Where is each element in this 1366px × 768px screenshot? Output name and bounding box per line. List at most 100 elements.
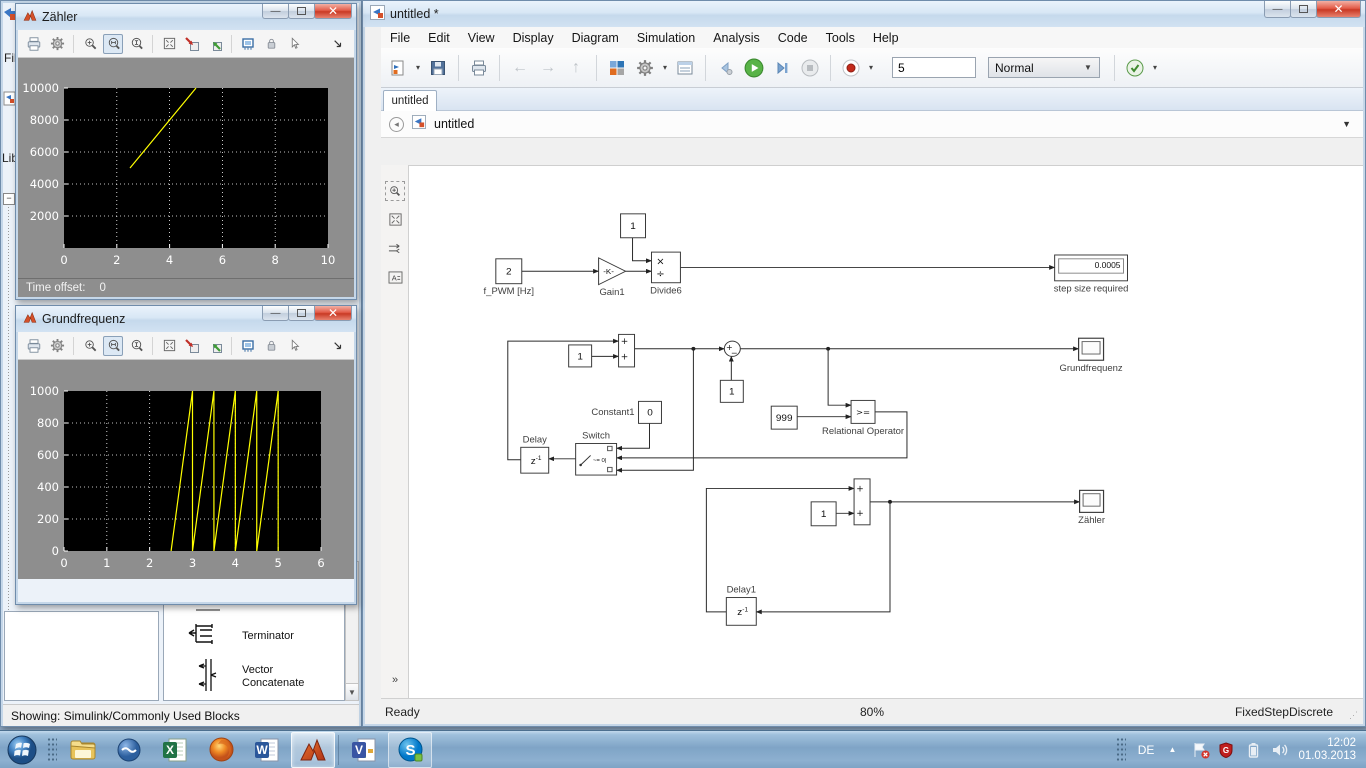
block-add1[interactable]: ++ bbox=[619, 334, 635, 367]
print-icon[interactable] bbox=[24, 34, 44, 54]
scope-titlebar[interactable]: Grundfrequenz — ✕ bbox=[16, 306, 356, 332]
floating-scope-icon[interactable] bbox=[238, 336, 258, 356]
breadcrumb-dropdown-icon[interactable]: ▼ bbox=[1342, 119, 1351, 129]
taskbar-explorer-icon[interactable] bbox=[61, 732, 105, 768]
menu-item-display[interactable]: Display bbox=[504, 29, 563, 47]
menu-item-view[interactable]: View bbox=[459, 29, 504, 47]
tab-untitled[interactable]: untitled bbox=[383, 90, 437, 111]
library-item-terminator[interactable]: Terminator bbox=[242, 630, 294, 643]
block-add2[interactable]: ++ bbox=[854, 479, 870, 525]
dock-arrow-icon[interactable] bbox=[328, 336, 348, 356]
update-diagram-check-icon[interactable] bbox=[1122, 55, 1148, 81]
taskbar-excel-icon[interactable]: X bbox=[153, 732, 197, 768]
signal-pointer-icon[interactable] bbox=[284, 34, 304, 54]
close-button[interactable]: ✕ bbox=[314, 4, 352, 19]
signal-pointer-icon[interactable] bbox=[284, 336, 304, 356]
tray-hidden-icons-arrow[interactable]: ▲ bbox=[1163, 741, 1181, 759]
zoom-y-icon[interactable] bbox=[126, 34, 146, 54]
zoom-in-icon[interactable] bbox=[80, 34, 100, 54]
menu-item-simulation[interactable]: Simulation bbox=[628, 29, 704, 47]
autoscale-icon[interactable] bbox=[159, 336, 179, 356]
menu-item-tools[interactable]: Tools bbox=[817, 29, 864, 47]
zoom-y-icon[interactable] bbox=[126, 336, 146, 356]
library-item-vector-concatenate[interactable]: Vector Concatenate bbox=[242, 664, 332, 690]
block-const_minus[interactable]: 1 bbox=[720, 380, 743, 402]
block-delay1[interactable]: z-1Delay1 bbox=[726, 585, 756, 625]
maximize-button[interactable] bbox=[288, 306, 315, 321]
model-canvas[interactable]: 2f_PWM [Hz]-K-Gain11×÷Divide60.0005step … bbox=[409, 165, 1363, 698]
block-const999[interactable]: 999 bbox=[771, 406, 797, 429]
tray-clock[interactable]: 12:02 01.03.2013 bbox=[1298, 737, 1356, 763]
model-settings-dropdown-icon[interactable]: ▾ bbox=[660, 63, 670, 72]
restore-axes-icon[interactable] bbox=[205, 34, 225, 54]
nav-forward-icon[interactable]: → bbox=[535, 55, 561, 81]
zoom-x-icon[interactable] bbox=[103, 336, 123, 356]
taskbar-word-icon[interactable]: W bbox=[245, 732, 289, 768]
nav-up-icon[interactable]: ↑ bbox=[563, 55, 589, 81]
minimize-button[interactable]: — bbox=[1264, 1, 1291, 18]
model-settings-gear-icon[interactable] bbox=[632, 55, 658, 81]
stop-time-input[interactable] bbox=[892, 57, 976, 78]
main-titlebar[interactable]: untitled * — ✕ bbox=[363, 1, 1365, 27]
restore-axes-icon[interactable] bbox=[205, 336, 225, 356]
tray-volume-icon[interactable] bbox=[1271, 741, 1289, 759]
zoom-tool-icon[interactable] bbox=[385, 181, 405, 201]
terminator-block-icon[interactable] bbox=[188, 618, 220, 657]
dock-arrow-icon[interactable] bbox=[328, 34, 348, 54]
taskbar-visio-icon[interactable]: V bbox=[342, 732, 386, 768]
maximize-button[interactable] bbox=[1290, 1, 1317, 18]
update-diagram-dropdown-icon[interactable]: ▾ bbox=[1150, 63, 1160, 72]
model-explorer-icon[interactable] bbox=[672, 55, 698, 81]
minimize-button[interactable]: — bbox=[262, 306, 289, 321]
save-icon[interactable] bbox=[425, 55, 451, 81]
library-tree-panel[interactable] bbox=[4, 611, 159, 701]
taskbar-openoffice-icon[interactable] bbox=[107, 732, 151, 768]
autoscale-icon[interactable] bbox=[159, 34, 179, 54]
record-icon[interactable] bbox=[838, 55, 864, 81]
block-divide6[interactable]: ×÷Divide6 bbox=[650, 252, 682, 295]
tray-actioncenter-flag-icon[interactable] bbox=[1190, 741, 1208, 759]
minimize-button[interactable]: — bbox=[262, 4, 289, 19]
menu-item-edit[interactable]: Edit bbox=[419, 29, 459, 47]
settings-gear-icon[interactable] bbox=[47, 34, 67, 54]
step-forward-icon[interactable] bbox=[769, 55, 795, 81]
step-back-icon[interactable] bbox=[713, 55, 739, 81]
resize-grip[interactable]: ⋰ bbox=[1349, 710, 1359, 721]
vector-concatenate-block-icon[interactable] bbox=[198, 656, 218, 699]
nav-back-icon[interactable]: ← bbox=[507, 55, 533, 81]
block-delay[interactable]: z-1Delay bbox=[521, 435, 549, 473]
new-model-dropdown-icon[interactable]: ▾ bbox=[413, 63, 423, 72]
new-model-icon[interactable] bbox=[385, 55, 411, 81]
stop-icon[interactable] bbox=[797, 55, 823, 81]
menu-item-diagram[interactable]: Diagram bbox=[563, 29, 628, 47]
breadcrumb-model-name[interactable]: untitled bbox=[434, 117, 474, 131]
block-const_top[interactable]: 1 bbox=[621, 214, 646, 238]
tray-antivirus-shield-icon[interactable]: G bbox=[1217, 741, 1235, 759]
menu-item-file[interactable]: File bbox=[381, 29, 419, 47]
run-icon[interactable] bbox=[741, 55, 767, 81]
zoom-x-icon[interactable] bbox=[103, 34, 123, 54]
save-axes-icon[interactable] bbox=[182, 336, 202, 356]
start-button[interactable] bbox=[1, 732, 43, 768]
print-icon[interactable] bbox=[24, 336, 44, 356]
breadcrumb-back-icon[interactable]: ◂ bbox=[389, 117, 404, 132]
maximize-button[interactable] bbox=[288, 4, 315, 19]
tray-battery-icon[interactable] bbox=[1244, 741, 1262, 759]
block-const_add1[interactable]: 1 bbox=[569, 345, 592, 367]
block-const_add2[interactable]: 1 bbox=[811, 502, 836, 526]
menu-item-help[interactable]: Help bbox=[864, 29, 908, 47]
record-dropdown-icon[interactable]: ▾ bbox=[866, 63, 876, 72]
fit-to-view-icon[interactable] bbox=[385, 209, 405, 229]
print-icon[interactable] bbox=[466, 55, 492, 81]
close-button[interactable]: ✕ bbox=[1316, 1, 1361, 18]
block-display_step[interactable]: 0.0005step size required bbox=[1054, 255, 1129, 293]
sim-mode-select[interactable]: Normal ▼ bbox=[988, 57, 1100, 78]
library-browser-icon[interactable] bbox=[604, 55, 630, 81]
annotation-icon[interactable]: A bbox=[385, 267, 405, 287]
lock-icon[interactable] bbox=[261, 336, 281, 356]
taskbar-skype-icon[interactable]: S bbox=[388, 732, 432, 768]
menu-item-analysis[interactable]: Analysis bbox=[704, 29, 769, 47]
save-axes-icon[interactable] bbox=[182, 34, 202, 54]
tree-collapse-icon[interactable]: − bbox=[3, 193, 15, 205]
scrollbar-down-icon[interactable]: ▼ bbox=[346, 683, 358, 700]
